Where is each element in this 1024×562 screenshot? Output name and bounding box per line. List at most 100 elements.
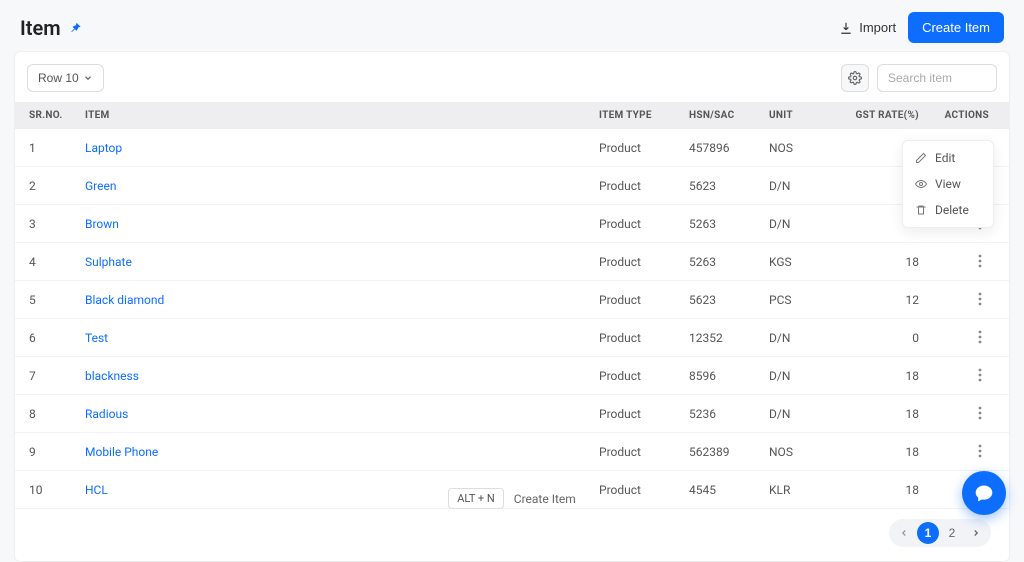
menu-edit[interactable]: Edit — [903, 145, 993, 171]
cell-type: Product — [589, 205, 679, 243]
row-actions-button[interactable] — [971, 290, 989, 308]
cell-unit: D/N — [759, 319, 829, 357]
cell-gst: 0 — [829, 319, 929, 357]
cell-item: Brown — [75, 205, 589, 243]
table-row: 8 Radious Product5236D/N18 — [15, 395, 1009, 433]
table-row: 4SulphateProduct5263KGS18 — [15, 243, 1009, 281]
col-sr: SR.NO. — [15, 102, 75, 129]
cell-type: Product — [589, 319, 679, 357]
cell-type: Product — [589, 243, 679, 281]
cell-hsn: 5236 — [679, 395, 759, 433]
row-actions-menu: Edit View Delete — [902, 140, 994, 228]
footer-hint: ALT + N Create Item — [0, 488, 1024, 509]
cell-unit: D/N — [759, 395, 829, 433]
col-gst: GST RATE(%) — [829, 102, 929, 129]
chat-button[interactable] — [962, 471, 1006, 515]
create-item-button[interactable]: Create Item — [908, 12, 1004, 43]
cell-hsn: 5263 — [679, 243, 759, 281]
row-actions-button[interactable] — [971, 252, 989, 270]
cell-unit: NOS — [759, 129, 829, 167]
table-row: 3BrownProduct5263D/N18 — [15, 205, 1009, 243]
cell-actions — [929, 281, 1009, 319]
download-icon — [839, 21, 853, 35]
cell-gst: 18 — [829, 243, 929, 281]
item-link[interactable]: blackness — [85, 369, 139, 383]
page-title: Item — [20, 16, 61, 40]
search-input[interactable] — [877, 64, 997, 92]
col-type: ITEM TYPE — [589, 102, 679, 129]
table-row: 7blacknessProduct8596D/N18 — [15, 357, 1009, 395]
rows-per-page-select[interactable]: Row 10 — [27, 64, 104, 92]
cell-item: Test — [75, 319, 589, 357]
cell-unit: D/N — [759, 357, 829, 395]
cell-hsn: 5263 — [679, 205, 759, 243]
row-actions-button[interactable] — [971, 366, 989, 384]
cell-actions — [929, 395, 1009, 433]
items-table: SR.NO. ITEM ITEM TYPE HSN/SAC UNIT GST R… — [15, 102, 1009, 509]
cell-sr: 3 — [15, 205, 75, 243]
item-link[interactable]: Green — [85, 179, 116, 193]
cell-unit: NOS — [759, 433, 829, 471]
cell-item: blackness — [75, 357, 589, 395]
item-link[interactable]: Test — [85, 331, 108, 345]
import-button[interactable]: Import — [839, 20, 896, 35]
col-unit: UNIT — [759, 102, 829, 129]
item-link[interactable]: Mobile Phone — [85, 445, 158, 459]
item-link[interactable]: Black diamond — [85, 293, 164, 307]
cell-hsn: 5623 — [679, 167, 759, 205]
cell-gst: 18 — [829, 395, 929, 433]
page-prev-button[interactable] — [893, 522, 915, 544]
edit-icon — [915, 152, 927, 164]
col-item: ITEM — [75, 102, 589, 129]
rows-label: Row 10 — [38, 71, 79, 85]
settings-button[interactable] — [841, 64, 869, 92]
row-actions-button[interactable] — [971, 404, 989, 422]
item-link[interactable]: Sulphate — [85, 255, 132, 269]
cell-hsn: 5623 — [679, 281, 759, 319]
table-row: 9Mobile PhoneProduct562389NOS18 — [15, 433, 1009, 471]
cell-item: Sulphate — [75, 243, 589, 281]
import-label: Import — [859, 20, 896, 35]
cell-sr: 1 — [15, 129, 75, 167]
pin-icon[interactable] — [69, 21, 83, 35]
menu-view[interactable]: View — [903, 171, 993, 197]
cell-unit: D/N — [759, 167, 829, 205]
cell-item: Mobile Phone — [75, 433, 589, 471]
cell-unit: KGS — [759, 243, 829, 281]
col-actions: ACTIONS — [929, 102, 1009, 129]
table-row: 1LaptopProduct457896NOS18 — [15, 129, 1009, 167]
page-header: Item Import Create Item — [0, 0, 1024, 51]
cell-item: Radious — [75, 395, 589, 433]
col-hsn: HSN/SAC — [679, 102, 759, 129]
cell-gst: 18 — [829, 433, 929, 471]
cell-unit: PCS — [759, 281, 829, 319]
table-row: 2GreenProduct5623D/N18 — [15, 167, 1009, 205]
cell-sr: 2 — [15, 167, 75, 205]
item-link[interactable]: Brown — [85, 217, 119, 231]
cell-actions — [929, 319, 1009, 357]
page-2-button[interactable]: 2 — [941, 522, 963, 544]
menu-delete[interactable]: Delete — [903, 197, 993, 223]
menu-view-label: View — [935, 177, 961, 191]
cell-type: Product — [589, 395, 679, 433]
shortcut-key: ALT + N — [448, 488, 504, 509]
cell-type: Product — [589, 433, 679, 471]
cell-sr: 5 — [15, 281, 75, 319]
page-next-button[interactable] — [965, 522, 987, 544]
chevron-down-icon — [83, 73, 93, 83]
row-actions-button[interactable] — [971, 442, 989, 460]
page-1-button[interactable]: 1 — [917, 522, 939, 544]
item-link[interactable]: Radious — [85, 407, 128, 421]
chat-icon — [974, 483, 994, 503]
cell-hsn: 457896 — [679, 129, 759, 167]
cell-type: Product — [589, 281, 679, 319]
cell-type: Product — [589, 167, 679, 205]
cell-gst: 12 — [829, 281, 929, 319]
menu-delete-label: Delete — [935, 203, 969, 217]
items-card: Row 10 SR.NO. ITEM ITEM TYPE HSN/SAC UNI… — [14, 51, 1010, 562]
item-link[interactable]: Laptop — [85, 141, 122, 155]
row-actions-button[interactable] — [971, 328, 989, 346]
table-row: 5 Black diamond Product5623PCS12 — [15, 281, 1009, 319]
cell-sr: 8 — [15, 395, 75, 433]
pagination: 1 2 — [15, 509, 1009, 547]
